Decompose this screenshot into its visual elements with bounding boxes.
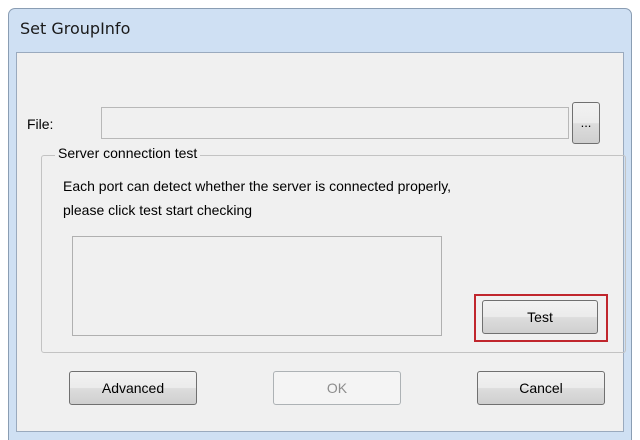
cancel-button[interactable]: Cancel	[477, 371, 605, 405]
file-label: File:	[27, 116, 54, 132]
title-bar[interactable]: Set GroupInfo	[9, 9, 631, 53]
window-title: Set GroupInfo	[20, 19, 131, 38]
server-test-description-line-1: Each port can detect whether the server …	[63, 178, 452, 194]
ok-button: OK	[273, 371, 401, 405]
server-connection-test-legend: Server connection test	[55, 145, 201, 161]
test-result-box	[72, 236, 442, 336]
advanced-button[interactable]: Advanced	[69, 371, 197, 405]
server-test-description-line-2: please click test start checking	[63, 202, 253, 218]
file-path-input[interactable]	[101, 107, 569, 139]
test-button[interactable]: Test	[482, 300, 598, 334]
browse-button[interactable]: ...	[572, 102, 600, 144]
